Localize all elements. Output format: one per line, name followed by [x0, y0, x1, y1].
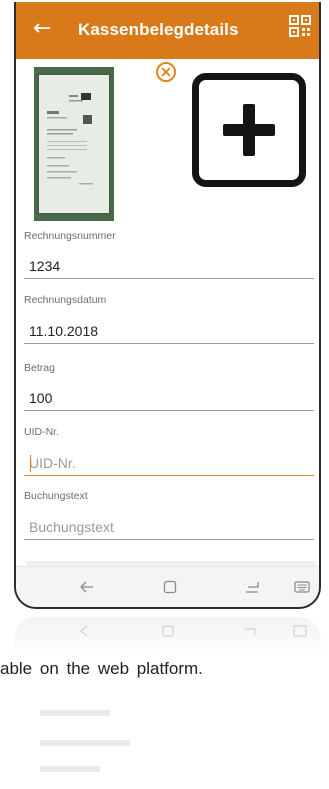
invoice-date-field[interactable]	[24, 318, 314, 344]
amount-field[interactable]	[24, 385, 314, 411]
text-cursor	[30, 455, 31, 472]
receipt-thumbnail[interactable]	[34, 67, 114, 221]
reflected-home-icon	[162, 625, 174, 637]
invoice-number-label: Rechnungsnummer	[24, 230, 116, 242]
faded-reflection-text	[40, 710, 130, 772]
phone-frame: ← Kassenbelegdetails Rechnungsnummer 123…	[14, 2, 321, 609]
arrow-left-icon[interactable]: ←	[33, 14, 51, 44]
reflected-recents-icon	[245, 628, 256, 635]
keyboard-icon[interactable]	[293, 578, 311, 596]
uid-number-field[interactable]	[24, 450, 314, 476]
nav-home-icon[interactable]	[161, 578, 179, 596]
page-title: Kassenbelegdetails	[78, 20, 239, 39]
qr-code-icon[interactable]	[289, 15, 311, 37]
nav-recents-icon[interactable]	[243, 578, 261, 596]
receipt-paper	[39, 75, 109, 213]
phone-reflection	[14, 617, 321, 657]
nav-back-icon[interactable]	[78, 578, 96, 596]
system-nav-bar	[16, 566, 319, 607]
reflected-keyboard-icon	[293, 625, 307, 637]
amount-label: Betrag	[24, 362, 55, 374]
invoice-date-label: Rechnungsdatum	[24, 294, 107, 306]
booking-text-label: Buchungstext	[24, 490, 88, 502]
uid-number-label: UID-Nr.	[24, 426, 59, 438]
caption-text: able on the web platform.	[0, 659, 203, 678]
add-box-icon[interactable]	[192, 73, 306, 187]
reflected-back-icon	[79, 625, 88, 637]
close-circle-icon[interactable]	[155, 61, 177, 83]
booking-text-field[interactable]	[24, 514, 314, 540]
invoice-number-field[interactable]	[24, 253, 314, 279]
plus-vertical	[243, 104, 255, 156]
app-bar: ← Kassenbelegdetails	[16, 2, 319, 59]
